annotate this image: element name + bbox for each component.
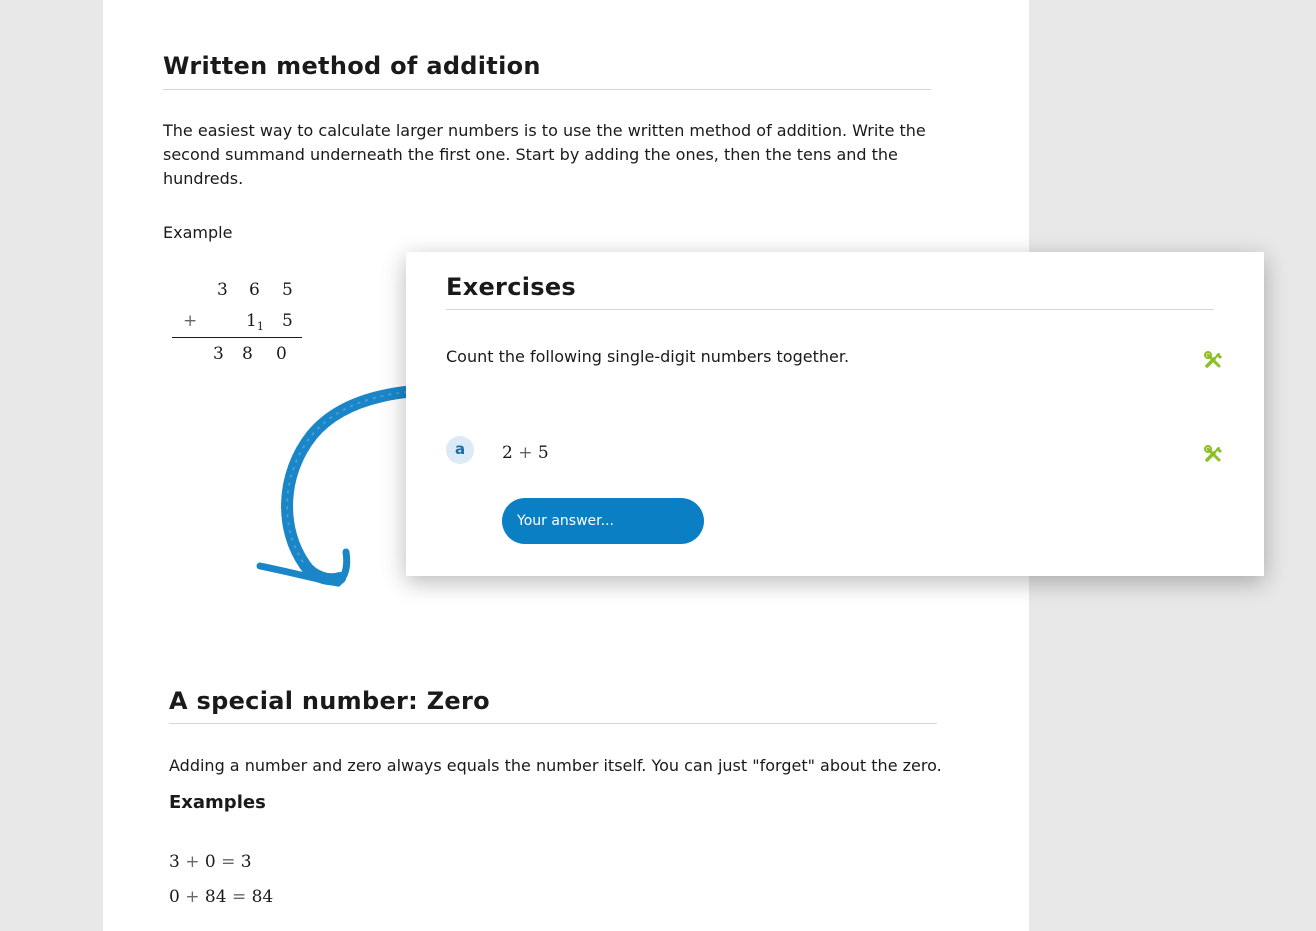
exercise-instruction: Count the following single-digit numbers…	[446, 347, 850, 366]
exercise-a-expression: 2 + 5	[502, 443, 549, 463]
example-label: Example	[163, 223, 233, 242]
result-hundreds: 3	[213, 344, 224, 364]
plus-operator: +	[183, 311, 198, 331]
tools-icon[interactable]	[1204, 445, 1224, 465]
section-title-zero: A special number: Zero	[169, 687, 490, 715]
carry-digit: 1	[256, 320, 264, 333]
row1-hundreds: 3	[217, 280, 228, 300]
zero-text: Adding a number and zero always equals t…	[169, 756, 942, 775]
title-divider	[446, 309, 1214, 310]
answer-input-button[interactable]: Your answer...	[502, 498, 704, 544]
row2-ones: 5	[282, 311, 293, 331]
examples-heading: Examples	[169, 792, 266, 813]
zero-example-2: 0 + 84 = 84	[169, 887, 274, 907]
row1-tens: 6	[249, 280, 260, 300]
result-tens: 8	[242, 344, 253, 364]
tools-icon[interactable]	[1204, 351, 1224, 371]
section-title-written-method: Written method of addition	[163, 52, 541, 80]
row2-tens: 11	[246, 311, 264, 333]
exercises-title: Exercises	[446, 273, 576, 301]
sum-line	[172, 337, 302, 338]
result-ones: 0	[276, 344, 287, 364]
zero-example-1: 3 + 0 = 3	[169, 852, 252, 872]
exercises-card: Exercises Count the following single-dig…	[406, 252, 1264, 576]
row1-ones: 5	[282, 280, 293, 300]
title-divider	[163, 89, 931, 90]
title-divider	[169, 723, 937, 724]
exercise-badge-a: a	[446, 436, 474, 464]
written-method-text: The easiest way to calculate larger numb…	[163, 121, 926, 188]
